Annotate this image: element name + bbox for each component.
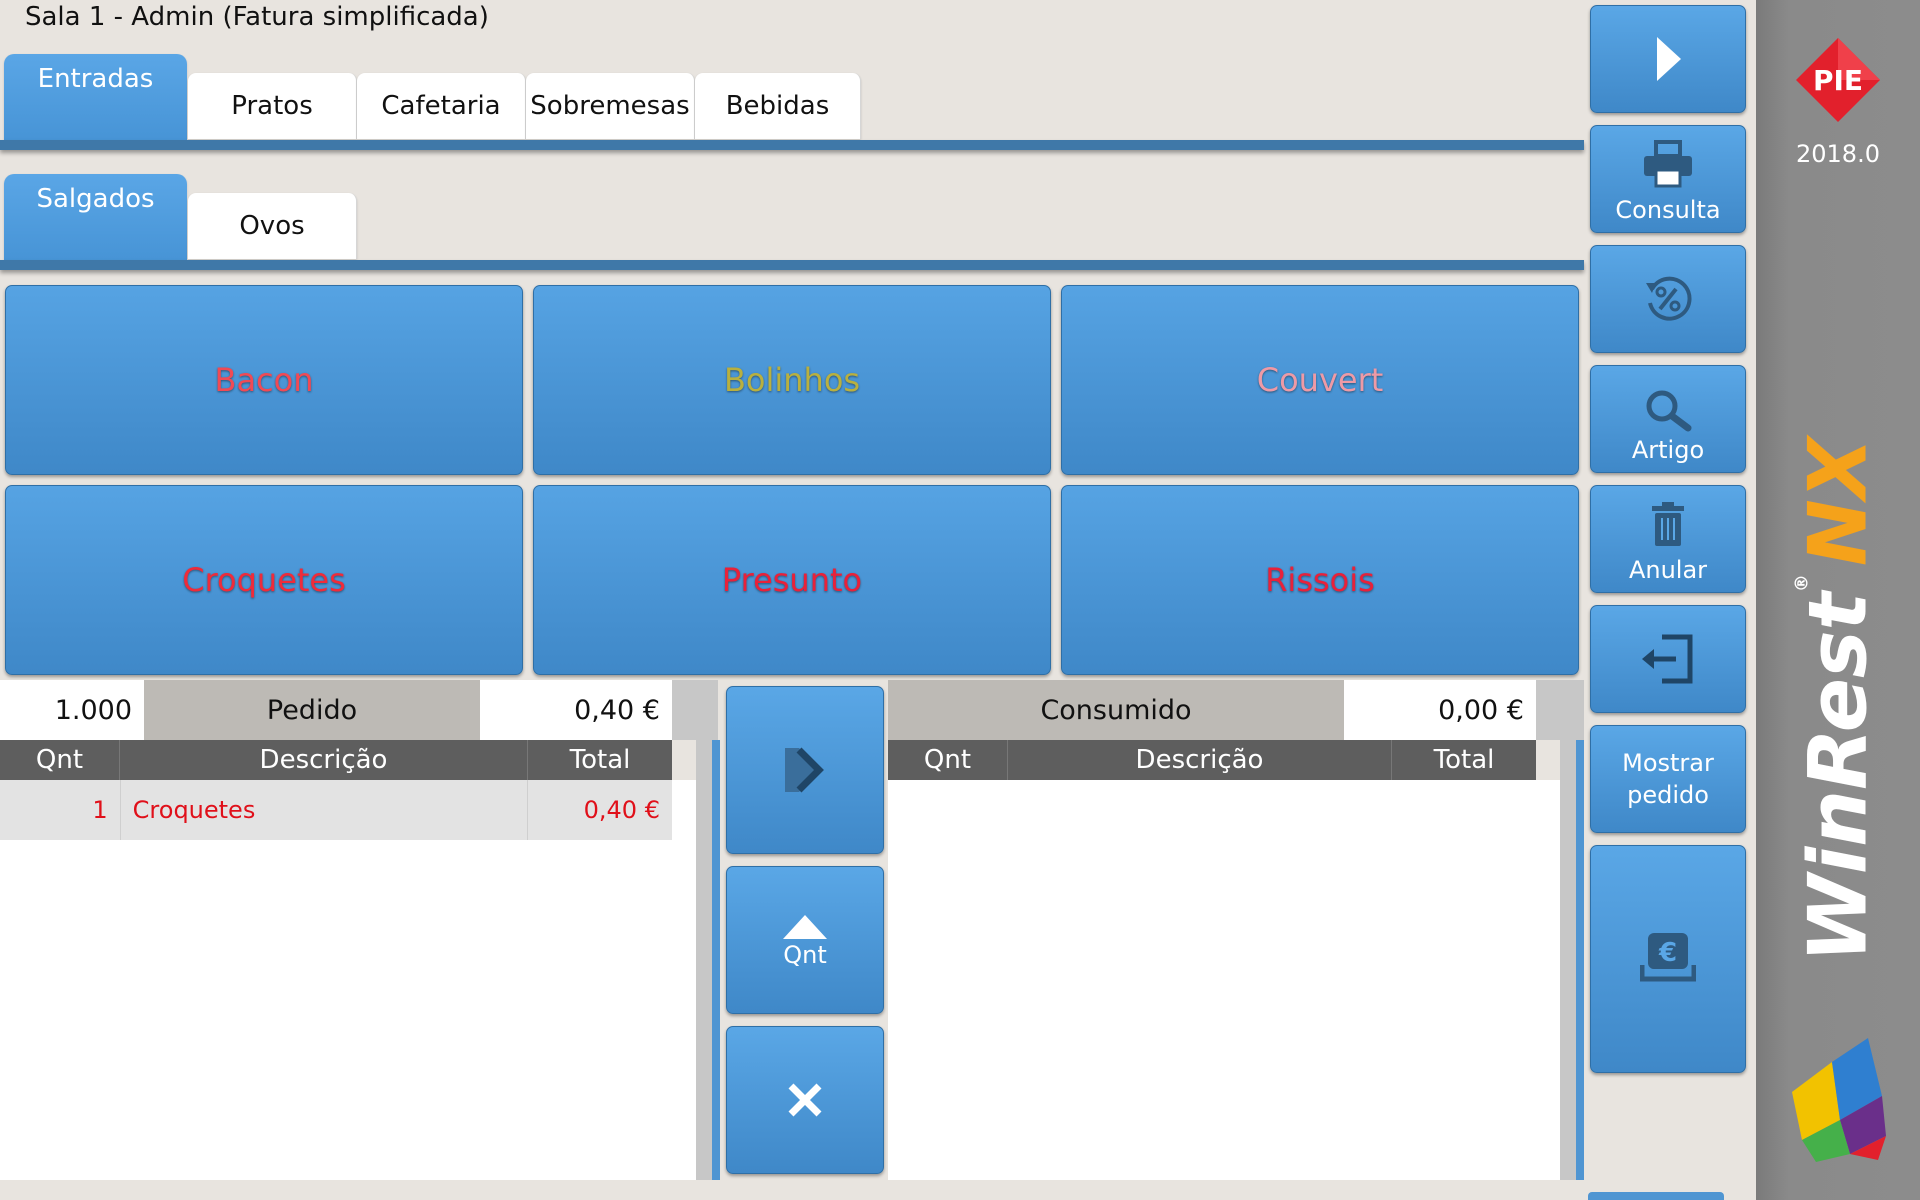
order-scroll-thumb[interactable] xyxy=(712,740,720,1180)
euro-drawer-icon: € xyxy=(1640,933,1696,982)
consumed-label: Consumido xyxy=(888,680,1344,740)
winrest-nx-logo: WinRest® NX xyxy=(1792,438,1885,963)
order-total: 0,40 € xyxy=(480,680,672,740)
artigo-label: Artigo xyxy=(1631,436,1705,464)
exit-icon xyxy=(1642,634,1693,684)
double-chevron-right-icon xyxy=(785,747,824,793)
product-label: Rissois xyxy=(1265,561,1375,599)
product-label: Bolinhos xyxy=(723,361,861,399)
order-col-total: Total xyxy=(528,740,672,780)
product-couvert-button[interactable]: Couvert xyxy=(1061,285,1579,475)
nx-text: NX xyxy=(1791,437,1885,567)
sidebar-next-page-button[interactable] xyxy=(1588,1192,1724,1200)
consumed-col-descricao: Descrição xyxy=(1008,740,1392,780)
tab-ovos[interactable]: Ovos xyxy=(188,193,357,259)
version-label: 2018.0 xyxy=(1796,140,1880,168)
order-quantity[interactable]: 1.000 xyxy=(0,680,144,740)
subcategory-tabs-rule xyxy=(0,260,1584,270)
tab-cafetaria[interactable]: Cafetaria xyxy=(357,73,526,139)
artigo-button[interactable]: Artigo xyxy=(1590,365,1746,473)
play-arrow-icon xyxy=(1657,37,1681,81)
consumed-col-total: Total xyxy=(1392,740,1536,780)
product-rissois-button[interactable]: Rissois xyxy=(1061,485,1579,675)
order-label: Pedido xyxy=(144,680,480,740)
svg-text:PIE: PIE xyxy=(1813,64,1863,97)
transfer-button[interactable] xyxy=(726,686,884,854)
payment-button[interactable]: € xyxy=(1590,845,1746,1073)
consumed-list[interactable] xyxy=(888,780,1560,1180)
category-tabs-rule xyxy=(0,140,1584,150)
row-qty: 1 xyxy=(0,780,121,840)
tab-salgados[interactable]: Salgados xyxy=(4,174,187,260)
tab-entradas[interactable]: Entradas xyxy=(4,54,187,140)
tab-bebidas[interactable]: Bebidas xyxy=(695,73,861,139)
quantity-label: Qnt xyxy=(783,941,827,969)
quantity-button[interactable]: Qnt xyxy=(726,866,884,1014)
registered-mark: ® xyxy=(1791,574,1813,593)
percent-refresh-icon xyxy=(1646,276,1692,321)
consumed-total: 0,00 € xyxy=(1344,680,1536,740)
mostrar-pedido-label: Mostrar pedido xyxy=(1622,749,1714,809)
order-scrollbar[interactable] xyxy=(696,740,712,1180)
pie-logo: PIE xyxy=(1796,38,1880,122)
bottom-bar xyxy=(0,1180,1584,1200)
svg-text:€: € xyxy=(1658,938,1677,968)
next-button[interactable] xyxy=(1590,5,1746,113)
product-label: Presunto xyxy=(721,561,863,599)
close-icon xyxy=(788,1083,822,1117)
search-icon xyxy=(1646,390,1692,432)
row-total: 0,40 € xyxy=(583,796,660,824)
winrest-text: WinRest xyxy=(1791,592,1885,963)
product-croquetes-button[interactable]: Croquetes xyxy=(5,485,523,675)
consulta-button[interactable]: Consulta xyxy=(1590,125,1746,233)
mostrar-pedido-button[interactable]: Mostrar pedido xyxy=(1590,725,1746,833)
product-label: Croquetes xyxy=(182,561,346,599)
order-header-spacer xyxy=(672,680,718,740)
row-description: Croquetes xyxy=(121,780,529,840)
product-label: Bacon xyxy=(214,361,314,399)
anular-button[interactable]: Anular xyxy=(1590,485,1746,593)
trash-icon xyxy=(1652,502,1684,546)
tab-pratos[interactable]: Pratos xyxy=(188,73,357,139)
product-presunto-button[interactable]: Presunto xyxy=(533,485,1051,675)
brand-panel: PIE 2018.0 WinRest® NX xyxy=(1756,0,1920,1200)
consumed-col-qnt: Qnt xyxy=(888,740,1008,780)
anular-label: Anular xyxy=(1628,556,1708,584)
triangle-up-icon xyxy=(783,915,827,939)
consulta-label: Consulta xyxy=(1615,196,1721,224)
consumed-scroll-thumb[interactable] xyxy=(1576,740,1584,1180)
order-col-descricao: Descrição xyxy=(120,740,528,780)
product-label: Couvert xyxy=(1256,361,1384,399)
order-col-qnt: Qnt xyxy=(0,740,120,780)
exit-button[interactable] xyxy=(1590,605,1746,713)
consumed-scrollbar[interactable] xyxy=(1560,740,1576,1180)
discount-button[interactable] xyxy=(1590,245,1746,353)
winrest-color-logo xyxy=(1792,1038,1886,1162)
order-list[interactable] xyxy=(0,780,696,1180)
tab-sobremesas[interactable]: Sobremesas xyxy=(526,73,695,139)
printer-icon xyxy=(1644,140,1692,188)
consumed-header-spacer xyxy=(1536,680,1584,740)
table-row[interactable]: 1 Croquetes 0,40 € xyxy=(0,780,672,840)
product-bolinhos-button[interactable]: Bolinhos xyxy=(533,285,1051,475)
product-bacon-button[interactable]: Bacon xyxy=(5,285,523,475)
cancel-button[interactable] xyxy=(726,1026,884,1174)
window-title: Sala 1 - Admin (Fatura simplificada) xyxy=(25,2,489,32)
